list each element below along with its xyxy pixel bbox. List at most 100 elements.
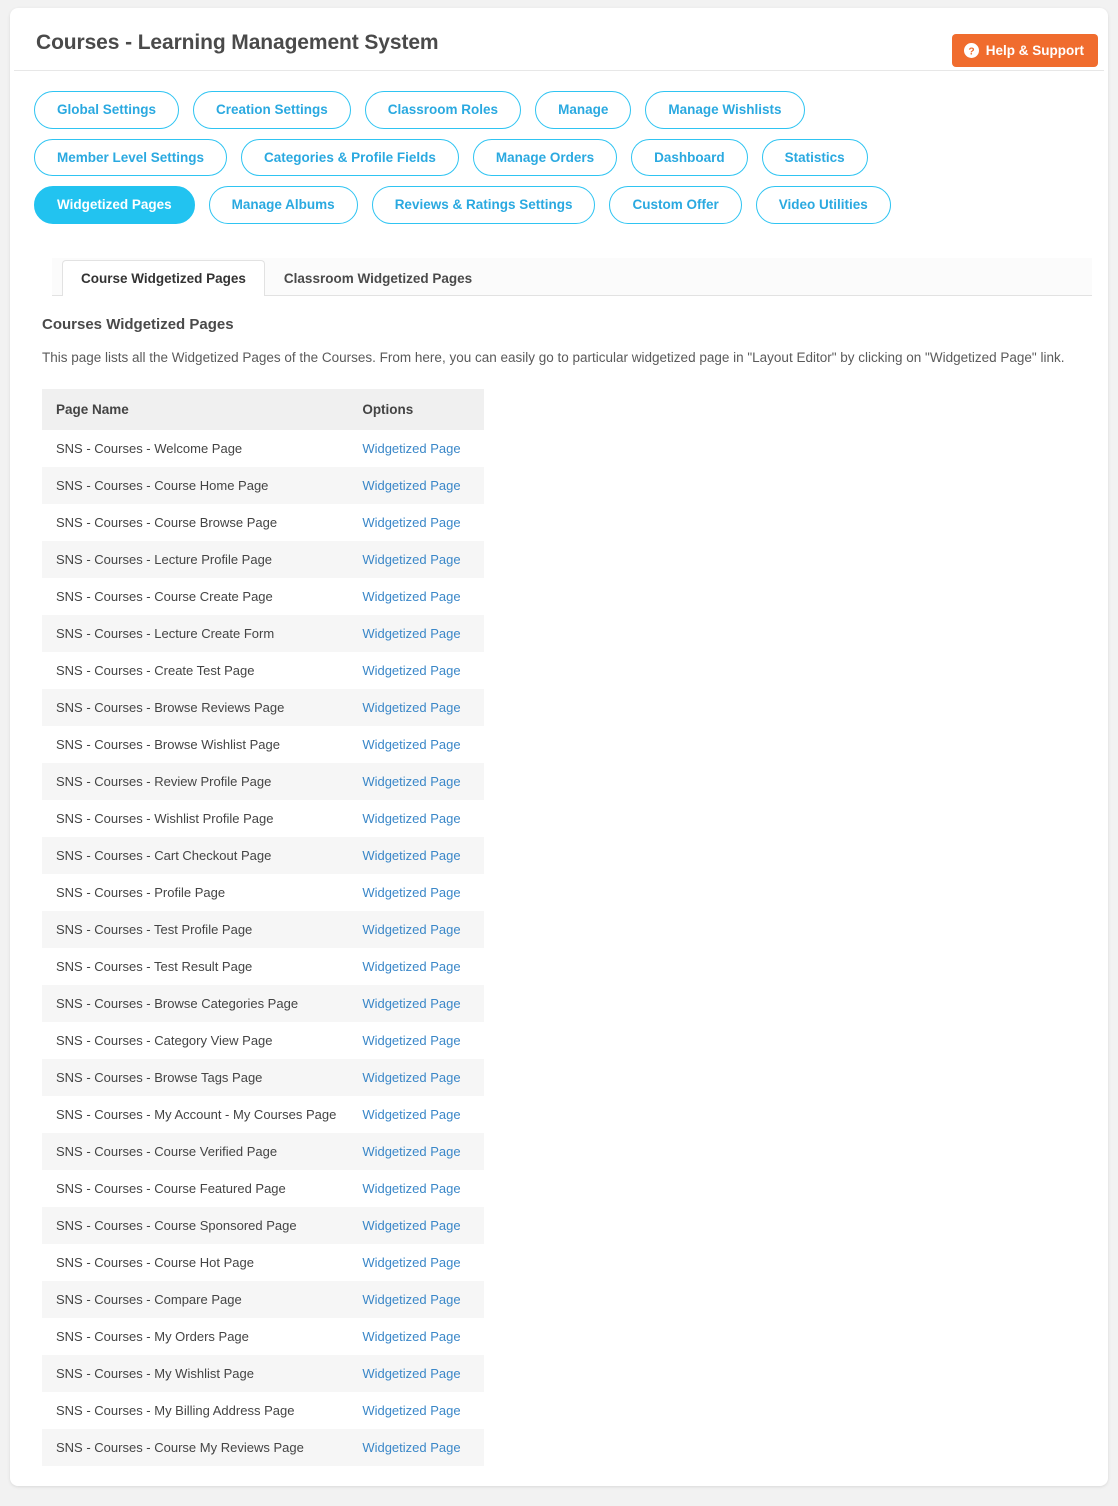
cell-options: Widgetized Page (348, 652, 484, 689)
page-card: Courses - Learning Management System ? H… (10, 8, 1108, 1486)
table-row: SNS - Courses - Review Profile Page Widge… (42, 762, 485, 800)
nav-pill-custom-offer[interactable]: Custom Offer (609, 186, 742, 224)
nav-pill-member-level-settings[interactable]: Member Level Settings (34, 138, 228, 176)
cell-options: Widgetized Page (348, 1207, 484, 1244)
widgetized-page-link[interactable]: Widgetized Page (362, 848, 460, 863)
cell-page-name: SNS - Courses - Lecture Create Form (56, 625, 275, 641)
widgetized-page-link[interactable]: Widgetized Page (362, 737, 460, 752)
widgetized-page-link[interactable]: Widgetized Page (362, 663, 460, 678)
cell-options: Widgetized Page (348, 800, 484, 837)
page-title: Courses - Learning Management System (36, 31, 439, 54)
widgetized-page-link[interactable]: Widgetized Page (362, 1403, 460, 1418)
cell-page-name: SNS - Courses - Course Sponsored Page (56, 1217, 297, 1233)
table-row: SNS - Courses - Browse Reviews Page Widge… (42, 688, 485, 726)
table-row: SNS - Courses - Profile Page Widgetized P… (42, 873, 485, 911)
widgetized-page-link[interactable]: Widgetized Page (362, 1181, 460, 1196)
cell-options: Widgetized Page (348, 1244, 484, 1281)
nav-pill-statistics[interactable]: Statistics (761, 138, 868, 176)
table-row: SNS - Courses - Wishlist Profile Page Wid… (42, 799, 485, 837)
widgetized-page-link[interactable]: Widgetized Page (362, 552, 460, 567)
cell-page-name: SNS - Courses - Course Browse Page (56, 514, 278, 530)
tab-classroom-widgetized-pages[interactable]: Classroom Widgetized Pages (265, 260, 491, 296)
svg-text:?: ? (968, 46, 974, 57)
nav-pill-widgetized-pages[interactable]: Widgetized Pages (34, 186, 195, 224)
widgetized-page-link[interactable]: Widgetized Page (362, 700, 460, 715)
cell-options: Widgetized Page (348, 1281, 484, 1318)
widgetized-page-link[interactable]: Widgetized Page (362, 1440, 460, 1455)
widgetized-page-link[interactable]: Widgetized Page (362, 626, 460, 641)
nav-pill-manage-wishlists[interactable]: Manage Wishlists (645, 91, 805, 129)
table-head: Page Name Options (42, 388, 485, 430)
cell-page-name: SNS - Courses - My Account - My Courses … (56, 1106, 337, 1122)
widgetized-page-link[interactable]: Widgetized Page (362, 1366, 460, 1381)
cell-page-name: SNS - Courses - Course Featured Page (56, 1180, 286, 1196)
widgetized-page-link[interactable]: Widgetized Page (362, 1144, 460, 1159)
widgetized-page-link[interactable]: Widgetized Page (362, 811, 460, 826)
help-support-button[interactable]: ? Help & Support (951, 34, 1098, 67)
widgetized-page-link[interactable]: Widgetized Page (362, 478, 460, 493)
section-title: Courses Widgetized Pages (42, 315, 234, 333)
cell-options: Widgetized Page (348, 541, 484, 578)
nav-pill-global-settings[interactable]: Global Settings (34, 91, 180, 129)
settings-nav: Global Settings Creation Settings Classroo… (10, 71, 1020, 232)
widgetized-page-link[interactable]: Widgetized Page (362, 1329, 460, 1344)
widgetized-page-link[interactable]: Widgetized Page (362, 774, 460, 789)
cell-options: Widgetized Page (348, 1355, 484, 1392)
nav-pill-manage[interactable]: Manage (535, 91, 632, 129)
table-body: SNS - Courses - Welcome Page Widgetized P… (42, 429, 485, 1466)
nav-pill-manage-orders[interactable]: Manage Orders (472, 138, 618, 176)
widgetized-page-link[interactable]: Widgetized Page (362, 1218, 460, 1233)
widgetized-page-link[interactable]: Widgetized Page (362, 1255, 460, 1270)
cell-page-name: SNS - Courses - Course Create Page (56, 588, 273, 604)
cell-options: Widgetized Page (348, 1133, 484, 1170)
table-row: SNS - Courses - My Orders Page Widgetized… (42, 1317, 485, 1355)
nav-pill-reviews-ratings-settings[interactable]: Reviews & Ratings Settings (371, 186, 596, 224)
table-row: SNS - Courses - Course Create Page Widget… (42, 577, 485, 615)
nav-pill-video-utilities[interactable]: Video Utilities (755, 186, 891, 224)
nav-pill-categories-profile-fields[interactable]: Categories & Profile Fields (241, 138, 459, 176)
question-circle-icon: ? (963, 43, 979, 58)
widgetized-page-link[interactable]: Widgetized Page (362, 922, 460, 937)
widgetized-page-link[interactable]: Widgetized Page (362, 589, 460, 604)
nav-pill-dashboard[interactable]: Dashboard (631, 138, 748, 176)
nav-pill-classroom-roles[interactable]: Classroom Roles (364, 91, 522, 129)
cell-page-name: SNS - Courses - Welcome Page (56, 440, 243, 456)
cell-options: Widgetized Page (348, 1429, 484, 1466)
widgetized-page-link[interactable]: Widgetized Page (362, 1107, 460, 1122)
nav-pill-manage-albums[interactable]: Manage Albums (208, 186, 358, 224)
column-header-options: Options (348, 388, 485, 430)
cell-options: Widgetized Page (348, 430, 484, 467)
tab-course-widgetized-pages[interactable]: Course Widgetized Pages (62, 260, 265, 296)
cell-page-name: SNS - Courses - Course Verified Page (56, 1143, 278, 1159)
section-description: This page lists all the Widgetized Pages… (42, 349, 1065, 365)
nav-pill-creation-settings[interactable]: Creation Settings (193, 91, 351, 129)
cell-page-name: SNS - Courses - Course Hot Page (56, 1254, 254, 1270)
widgetized-page-link[interactable]: Widgetized Page (362, 996, 460, 1011)
widgetized-pages-table: Page Name Options SNS - Courses - Welcom… (42, 388, 485, 1466)
cell-page-name: SNS - Courses - Course Home Page (56, 477, 269, 493)
widgetized-page-link[interactable]: Widgetized Page (362, 1070, 460, 1085)
cell-page-name: SNS - Courses - Browse Categories Page (56, 995, 299, 1011)
cell-page-name: SNS - Courses - Create Test Page (56, 662, 255, 678)
widgetized-page-link[interactable]: Widgetized Page (362, 959, 460, 974)
cell-options: Widgetized Page (348, 837, 484, 874)
table-row: SNS - Courses - Browse Wishlist Page Widg… (42, 725, 485, 763)
help-support-label: Help & Support (985, 42, 1084, 58)
cell-options: Widgetized Page (348, 985, 484, 1022)
cell-page-name: SNS - Courses - My Orders Page (56, 1328, 249, 1344)
widgetized-page-link[interactable]: Widgetized Page (362, 885, 460, 900)
table-row: SNS - Courses - Course My Reviews Page Wi… (42, 1428, 485, 1466)
table-row: SNS - Courses - Course Hot Page Widgetize… (42, 1243, 485, 1281)
widgetized-page-link[interactable]: Widgetized Page (362, 1292, 460, 1307)
main-content: Courses Widgetized Pages This page lists… (10, 296, 1108, 1466)
widgetized-pages-tabs: Course Widgetized Pages Classroom Widgeti… (52, 257, 1092, 296)
cell-page-name: SNS - Courses - My Wishlist Page (56, 1365, 254, 1381)
table-row: SNS - Courses - My Wishlist Page Widgetiz… (42, 1354, 485, 1392)
cell-options: Widgetized Page (348, 1392, 484, 1429)
widgetized-page-link[interactable]: Widgetized Page (362, 515, 460, 530)
widgetized-page-link[interactable]: Widgetized Page (362, 441, 460, 456)
cell-page-name: SNS - Courses - Review Profile Page (56, 773, 272, 789)
widgetized-page-link[interactable]: Widgetized Page (362, 1033, 460, 1048)
cell-page-name: SNS - Courses - Browse Tags Page (56, 1069, 263, 1085)
cell-page-name: SNS - Courses - Test Profile Page (56, 921, 253, 937)
